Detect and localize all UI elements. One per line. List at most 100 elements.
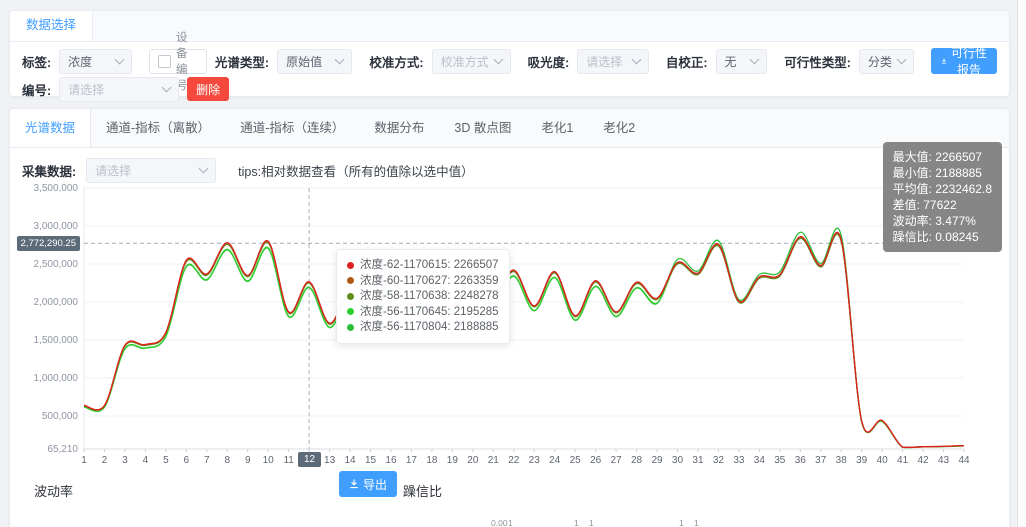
tooltip-row: 浓度-56-1170645: 2195285 <box>347 305 499 320</box>
stats-tooltip: 最大值: 2266507最小值: 2188885平均值: 2232462.8差值… <box>883 142 1002 252</box>
x-axis-label: 1 <box>81 455 87 466</box>
x-axis-label: 19 <box>447 455 459 466</box>
x-axis-label: 18 <box>426 455 438 466</box>
filter-row-2: 编号: 请选择 删除 <box>22 75 997 103</box>
stat-row: 最小值: 2188885 <box>893 165 992 181</box>
x-axis-label: 36 <box>795 455 807 466</box>
main-tab[interactable]: 通道-指标（连续） <box>225 109 359 147</box>
number-label: 编号: <box>22 80 51 99</box>
delete-button[interactable]: 删除 <box>187 77 229 101</box>
stat-row: 波动率: 3.477% <box>893 213 992 229</box>
axis-fragment-label: 0.00 <box>491 518 508 527</box>
tooltip-text: 浓度-60-1170627: 2263359 <box>360 274 499 289</box>
y-axis-pointer-badge: 2,772,290.25 <box>17 236 80 251</box>
chevron-down-icon <box>162 83 172 93</box>
series-dot-icon <box>347 308 354 315</box>
number-select[interactable]: 请选择 <box>59 77 179 102</box>
chevron-down-icon <box>493 55 503 65</box>
tooltip-text: 浓度-56-1170645: 2195285 <box>360 305 499 320</box>
scrollbar[interactable] <box>1017 0 1026 527</box>
x-axis-label: 38 <box>836 455 848 466</box>
filters: 标签: 浓度 设备编号 光谱类型: 原始值 校准方式: 校准方式 <box>10 42 1009 103</box>
absorbance-select[interactable]: 请选择 <box>577 49 649 74</box>
main-tab[interactable]: 老化1 <box>526 109 588 147</box>
checkbox-icon <box>158 55 171 68</box>
stat-row: 最大值: 2266507 <box>893 149 992 165</box>
self-calibration-value: 无 <box>725 53 737 70</box>
feasibility-report-button[interactable]: 可行性报告 <box>931 48 997 74</box>
series-dot-icon <box>347 277 354 284</box>
x-axis-label: 37 <box>815 455 827 466</box>
x-axis-label: 9 <box>245 455 251 466</box>
x-axis-label: 4 <box>143 455 149 466</box>
chevron-down-icon <box>750 55 760 65</box>
device-number-checkbox[interactable]: 设备编号 <box>149 49 207 74</box>
tooltip-row: 浓度-62-1170615: 2266507 <box>347 258 499 273</box>
top-tabbar: 数据选择 <box>10 11 1009 42</box>
axis-fragment-label: 1 <box>694 518 699 527</box>
x-axis-label: 20 <box>467 455 479 466</box>
main-tab[interactable]: 数据分布 <box>359 109 439 147</box>
y-axis-label: 2,500,000 <box>34 259 79 270</box>
filter-row-1: 标签: 浓度 设备编号 光谱类型: 原始值 校准方式: 校准方式 <box>22 47 997 75</box>
y-axis-label: 500,000 <box>42 411 79 422</box>
main-tab[interactable]: 老化2 <box>588 109 650 147</box>
tag-select[interactable]: 浓度 <box>59 49 132 74</box>
volatility-section-label: 波动率 <box>34 481 73 500</box>
main-tab[interactable]: 3D 散点图 <box>439 109 526 147</box>
download-icon <box>941 56 947 66</box>
feasibility-type-value: 分类 <box>868 53 892 70</box>
chevron-down-icon <box>199 164 209 174</box>
series-dot-icon <box>347 262 354 269</box>
feasibility-type-select[interactable]: 分类 <box>859 49 914 74</box>
spectrum-type-label: 光谱类型: <box>215 52 269 71</box>
y-axis-label: 1,000,000 <box>34 373 79 384</box>
chevron-down-icon <box>115 55 125 65</box>
x-axis-label: 25 <box>570 455 582 466</box>
tab-data-selection[interactable]: 数据选择 <box>10 11 93 41</box>
tag-select-value: 浓度 <box>68 53 92 70</box>
x-axis-label: 26 <box>590 455 602 466</box>
x-axis-label: 23 <box>529 455 541 466</box>
x-axis-label: 43 <box>938 455 950 466</box>
x-axis-label: 33 <box>733 455 745 466</box>
chevron-down-icon <box>335 55 345 65</box>
spectrum-type-select[interactable]: 原始值 <box>277 49 352 74</box>
export-label: 导出 <box>363 476 387 493</box>
x-axis-label: 7 <box>204 455 210 466</box>
tooltip-row: 浓度-60-1170627: 2263359 <box>347 274 499 289</box>
axis-fragment-label: 1 <box>679 518 684 527</box>
export-button[interactable]: 导出 <box>339 471 397 497</box>
tooltip-row: 浓度-56-1170804: 2188885 <box>347 320 499 335</box>
main-tab[interactable]: 通道-指标（离散） <box>91 109 225 147</box>
x-axis-label: 27 <box>611 455 623 466</box>
x-axis-label: 41 <box>897 455 909 466</box>
x-axis-label: 2 <box>102 455 108 466</box>
tooltip-text: 浓度-56-1170804: 2188885 <box>360 320 499 335</box>
x-axis-label: 29 <box>651 455 663 466</box>
self-calibration-select[interactable]: 无 <box>716 49 768 74</box>
axis-fragment-label: 1 <box>508 518 513 527</box>
y-axis-label: 2,000,000 <box>34 297 79 308</box>
chart-tooltip: 浓度-62-1170615: 2266507浓度-60-1170627: 226… <box>336 249 510 344</box>
collect-data-select[interactable]: 请选择 <box>86 158 216 183</box>
x-axis-label: 3 <box>122 455 128 466</box>
y-axis-label: 65,210 <box>47 444 78 455</box>
x-axis-label: 34 <box>754 455 766 466</box>
x-axis-label: 5 <box>163 455 169 466</box>
main-tabbar: 光谱数据通道-指标（离散）通道-指标（连续）数据分布3D 散点图老化1老化2 <box>10 109 1009 148</box>
x-axis-label: 10 <box>263 455 275 466</box>
collect-data-placeholder: 请选择 <box>95 162 131 179</box>
calibration-select[interactable]: 校准方式 <box>432 49 511 74</box>
axis-fragment-label: 1 <box>589 518 594 527</box>
stat-row: 躁信比: 0.08245 <box>893 229 992 245</box>
x-axis-label: 16 <box>385 455 397 466</box>
x-axis-label: 21 <box>488 455 500 466</box>
stat-row: 差值: 77622 <box>893 197 992 213</box>
x-axis-label: 22 <box>508 455 520 466</box>
tips-text: tips:相对数据查看（所有的值除以选中值） <box>238 161 473 180</box>
page: 数据选择 标签: 浓度 设备编号 光谱类型: 原始值 校准方式: <box>0 0 1026 527</box>
main-tab[interactable]: 光谱数据 <box>10 109 91 147</box>
tag-label: 标签: <box>22 52 51 71</box>
x-axis-label: 6 <box>184 455 190 466</box>
